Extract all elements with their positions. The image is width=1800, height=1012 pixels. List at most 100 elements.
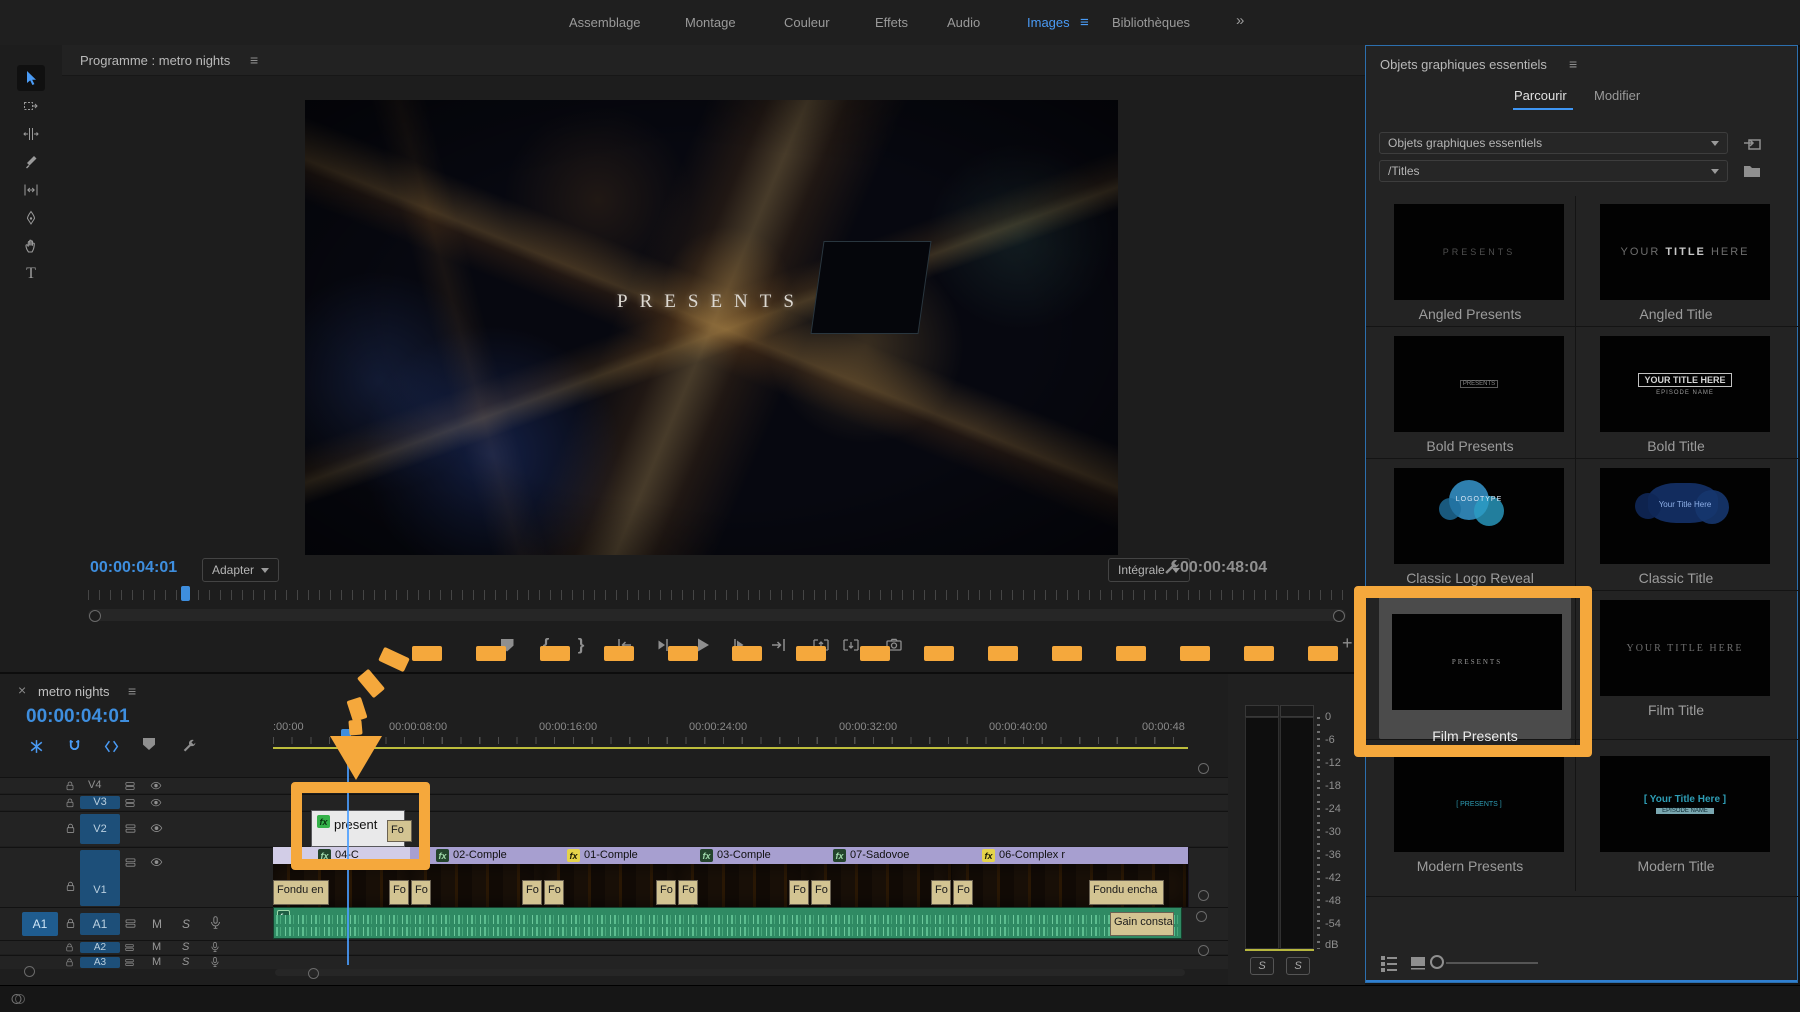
template-angled-presents[interactable]: PRESENTS Angled Presents xyxy=(1372,196,1568,326)
close-panel-icon[interactable]: × xyxy=(18,682,26,698)
mark-out-button[interactable]: } xyxy=(572,636,590,654)
template-bold-presents[interactable]: PRESENTS Bold Presents xyxy=(1372,328,1568,458)
lock-icon[interactable] xyxy=(64,780,76,792)
go-to-out-button[interactable] xyxy=(769,636,787,654)
tab-couleur[interactable]: Couleur xyxy=(784,15,830,30)
track-name[interactable]: A3 xyxy=(80,957,120,968)
program-mini-ruler[interactable] xyxy=(88,590,1346,600)
timeline-ruler[interactable] xyxy=(273,737,1188,744)
transition-cross-dissolve[interactable]: Fondu encha xyxy=(1089,880,1164,905)
hand-tool[interactable] xyxy=(17,233,45,259)
tab-montage[interactable]: Montage xyxy=(685,15,736,30)
eye-icon[interactable] xyxy=(150,797,162,809)
thumbnail-view-icon[interactable] xyxy=(1410,956,1426,970)
template-classic-title[interactable]: Your Title Here Classic Title xyxy=(1578,460,1774,590)
sequence-tab[interactable]: metro nights xyxy=(38,684,110,699)
lock-icon[interactable] xyxy=(64,917,77,930)
scroll-handle[interactable] xyxy=(1198,945,1209,956)
program-video-frame[interactable]: PRESENTS xyxy=(305,100,1118,555)
template-film-title[interactable]: YOUR TITLE HERE Film Title xyxy=(1578,592,1774,722)
mute-button[interactable]: M xyxy=(152,956,161,968)
zoom-slider-knob[interactable] xyxy=(1430,955,1444,969)
settings-wrench-icon[interactable] xyxy=(1162,558,1182,578)
tab-bibliotheques[interactable]: Bibliothèques xyxy=(1112,15,1190,30)
solo-button[interactable]: S xyxy=(182,917,190,931)
sync-lock-icon[interactable] xyxy=(124,797,136,809)
track-name[interactable]: V4 xyxy=(88,779,101,791)
hscroll-handle[interactable] xyxy=(24,966,35,977)
transition[interactable]: Fo xyxy=(544,880,564,905)
tab-modifier[interactable]: Modifier xyxy=(1594,88,1640,103)
sync-lock-icon[interactable] xyxy=(124,942,135,953)
transition[interactable]: Fo xyxy=(811,880,831,905)
folder-icon[interactable] xyxy=(1742,161,1762,181)
ripple-edit-tool[interactable] xyxy=(17,121,45,147)
eye-icon[interactable] xyxy=(150,780,162,792)
lock-icon[interactable] xyxy=(64,942,75,953)
lock-icon[interactable] xyxy=(64,797,76,809)
tab-images[interactable]: Images xyxy=(1027,15,1070,30)
lock-icon[interactable] xyxy=(64,957,75,968)
scroll-handle[interactable] xyxy=(1198,890,1209,901)
library-dropdown[interactable]: Objets graphiques essentiels xyxy=(1379,132,1728,154)
mic-icon[interactable] xyxy=(208,915,223,930)
track-select-forward-tool[interactable] xyxy=(17,93,45,119)
sync-lock-icon[interactable] xyxy=(124,856,137,869)
source-patch-a1[interactable]: A1 xyxy=(22,912,58,936)
add-marker-icon[interactable] xyxy=(143,738,161,756)
track-name[interactable]: A2 xyxy=(80,942,120,953)
solo-button[interactable]: S xyxy=(182,941,189,953)
timeline-hscrollbar[interactable] xyxy=(275,969,1185,976)
zoom-slider-track[interactable] xyxy=(1446,962,1538,964)
solo-left-button[interactable]: S xyxy=(1250,957,1274,975)
track-name[interactable]: V2 xyxy=(80,814,120,844)
template-modern-title[interactable]: [ Your Title Here ]EPISODE NAME Modern T… xyxy=(1578,748,1774,896)
panel-menu-icon[interactable]: ≡ xyxy=(1569,56,1577,72)
nest-toggle-icon[interactable] xyxy=(28,738,46,756)
program-scrollbar[interactable] xyxy=(88,609,1346,621)
solo-right-button[interactable]: S xyxy=(1286,957,1310,975)
transition[interactable]: Fo xyxy=(931,880,951,905)
button-editor-plus[interactable]: + xyxy=(1342,633,1353,654)
hscroll-handle[interactable] xyxy=(308,968,319,979)
lock-icon[interactable] xyxy=(64,822,77,835)
solo-button[interactable]: S xyxy=(182,956,189,968)
tab-parcourir[interactable]: Parcourir xyxy=(1514,88,1567,103)
type-tool[interactable]: T xyxy=(17,261,45,287)
list-view-icon[interactable] xyxy=(1380,954,1398,972)
transition[interactable]: Fo xyxy=(789,880,809,905)
tab-assemblage[interactable]: Assemblage xyxy=(569,15,641,30)
scroll-handle[interactable] xyxy=(1198,763,1209,774)
sync-lock-icon[interactable] xyxy=(124,917,137,930)
template-bold-title[interactable]: YOUR TITLE HEREEPISODE NAME Bold Title xyxy=(1578,328,1774,458)
mic-icon[interactable] xyxy=(209,956,221,968)
scrollbar-right-handle[interactable] xyxy=(1333,610,1345,622)
track-name[interactable]: V1 xyxy=(80,850,120,906)
eye-icon[interactable] xyxy=(150,822,163,835)
scrollbar-left-handle[interactable] xyxy=(89,610,101,622)
mic-icon[interactable] xyxy=(209,941,221,953)
mute-button[interactable]: M xyxy=(152,941,161,953)
sync-lock-icon[interactable] xyxy=(124,780,136,792)
transition[interactable]: Fo xyxy=(389,880,409,905)
transition[interactable]: Fo xyxy=(411,880,431,905)
transition[interactable]: Fo xyxy=(953,880,973,905)
transition[interactable]: Fo xyxy=(678,880,698,905)
audio-transition-gain[interactable]: Gain consta xyxy=(1110,912,1174,936)
template-angled-title[interactable]: YOUR TITLE HERE Angled Title xyxy=(1578,196,1774,326)
transition[interactable]: Fo xyxy=(656,880,676,905)
razor-tool[interactable] xyxy=(17,149,45,175)
eye-icon[interactable] xyxy=(150,856,163,869)
workspace-menu-icon[interactable]: ≡ xyxy=(1080,14,1089,31)
lock-icon[interactable] xyxy=(64,880,77,893)
sync-lock-icon[interactable] xyxy=(124,822,137,835)
tab-effets[interactable]: Effets xyxy=(875,15,908,30)
tab-audio[interactable]: Audio xyxy=(947,15,980,30)
selection-tool[interactable] xyxy=(17,65,45,91)
track-name[interactable]: V3 xyxy=(80,796,120,809)
track-name[interactable]: A1 xyxy=(80,913,120,935)
transition[interactable]: Fo xyxy=(522,880,542,905)
workspace-overflow-icon[interactable]: » xyxy=(1236,12,1244,29)
snap-icon[interactable] xyxy=(66,738,84,756)
slip-tool[interactable] xyxy=(17,177,45,203)
